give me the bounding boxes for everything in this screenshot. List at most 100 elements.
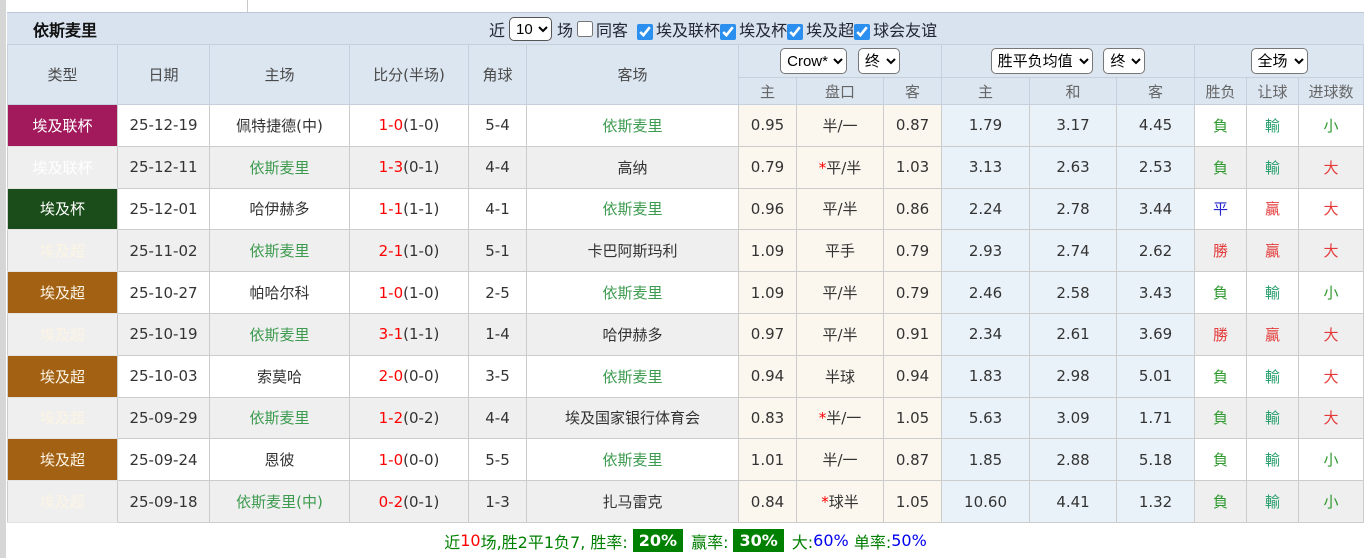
- result-wdl-cell: 負: [1194, 480, 1248, 523]
- away-cell: 卡巴阿斯玛利: [526, 229, 739, 273]
- date-cell: 25-12-11: [117, 145, 210, 189]
- home-cell: 帕哈尔科: [209, 271, 350, 314]
- recent-count-select[interactable]: 10: [509, 17, 553, 41]
- footer-recent-label: 近: [444, 532, 461, 552]
- home-cell: 依斯麦里: [209, 396, 350, 440]
- europe-home-odds-cell: 1.83: [941, 354, 1031, 398]
- home-cell: 依斯麦里: [209, 145, 350, 189]
- league-type-cell: 埃及超: [7, 396, 118, 440]
- league-filter-checkbox-3[interactable]: [854, 23, 871, 40]
- crow-home-odds-cell: 0.84: [738, 480, 797, 523]
- same-away-label[interactable]: 同客: [596, 17, 628, 41]
- crow-away-odds-cell: 1.05: [882, 480, 943, 523]
- corner-cell: 4-1: [468, 187, 527, 231]
- away-cell: 扎马雷克: [526, 480, 739, 523]
- match-table: 类型 日期 主场 比分(半场) 角球 客场 Crow* 终 胜平负均值 终 全场: [7, 44, 1364, 523]
- league-type-cell: 埃及杯: [7, 187, 118, 231]
- bookmaker-time-select[interactable]: 终: [857, 48, 900, 74]
- crow-home-odds-cell: 1.01: [738, 438, 797, 482]
- handicap-value: 半/一: [826, 409, 862, 428]
- europe-home-odds-cell: 1.79: [941, 104, 1031, 147]
- corner-cell: 5-5: [468, 438, 527, 482]
- score-fulltime: 0-2: [378, 492, 404, 511]
- corner-cell: 2-5: [468, 271, 527, 314]
- score-cell: 3-1(1-1): [349, 312, 469, 356]
- crow-home-odds-cell: 0.96: [738, 187, 797, 231]
- league-filter-group: 埃及联杯 埃及杯 埃及超 球会友谊: [637, 17, 937, 41]
- summary-footer: 近 10 场,胜2平1负7, 胜率: 20% 赢率: 30% 大: 60% 单率: 50…: [7, 523, 1364, 559]
- crow-away-odds-cell: 1.05: [882, 396, 943, 440]
- crow-home-odds-cell: 0.95: [738, 104, 797, 147]
- league-type-cell: 埃及联杯: [7, 145, 118, 189]
- home-team: 依斯麦里: [249, 242, 310, 261]
- europe-odds-select[interactable]: 胜平负均值: [990, 48, 1093, 74]
- europe-time-select[interactable]: 终: [1103, 48, 1146, 74]
- score-halftime: (1-0): [403, 116, 440, 135]
- result-handicap-cell: 贏: [1246, 187, 1300, 231]
- home-team: 佩特捷德(中): [236, 116, 323, 135]
- result-goals-cell: 大: [1298, 229, 1364, 273]
- handicap-value: 平/半: [822, 200, 858, 219]
- europe-away-odds-cell: 3.43: [1116, 271, 1196, 314]
- score-halftime: (0-0): [403, 367, 440, 386]
- home-team: 恩彼: [264, 451, 295, 470]
- europe-draw-odds-cell: 3.17: [1029, 104, 1118, 147]
- corner-cell: 4-4: [468, 396, 527, 440]
- home-team: 哈伊赫多: [249, 200, 310, 219]
- away-cell: 依斯麦里: [526, 271, 739, 314]
- col-header-home: 主场: [209, 44, 350, 105]
- score-fulltime: 2-0: [378, 367, 404, 386]
- result-goals-cell: 小: [1298, 104, 1364, 147]
- footer-summary: 场,胜2平1负7, 胜率:: [480, 532, 628, 552]
- result-scope-select[interactable]: 全场: [1250, 48, 1308, 74]
- date-cell: 25-10-03: [117, 354, 210, 398]
- subcol-handicap: 盘口: [796, 77, 884, 105]
- league-filter-checkbox-0[interactable]: [637, 23, 654, 40]
- europe-draw-odds-cell: 2.98: [1029, 354, 1118, 398]
- europe-home-odds-cell: 2.34: [941, 312, 1031, 356]
- away-cell: 依斯麦里: [526, 187, 739, 231]
- europe-away-odds-cell: 1.32: [1116, 480, 1196, 523]
- europe-away-odds-cell: 5.01: [1116, 354, 1196, 398]
- away-cell: 埃及国家银行体育会: [526, 396, 739, 440]
- crow-home-odds-cell: 0.83: [738, 396, 797, 440]
- result-goals-cell: 大: [1298, 312, 1364, 356]
- result-handicap-cell: 贏: [1246, 229, 1300, 273]
- europe-draw-odds-cell: 2.74: [1029, 229, 1118, 273]
- home-team: 依斯麦里: [249, 158, 310, 177]
- result-handicap-cell: 輸: [1246, 271, 1300, 314]
- league-filter-label-3[interactable]: 球会友谊: [873, 21, 937, 40]
- handicap-value: 半/一: [822, 116, 858, 135]
- league-type-cell: 埃及联杯: [7, 104, 118, 147]
- league-filter-checkbox-1[interactable]: [720, 23, 737, 40]
- score-fulltime: 1-0: [378, 116, 404, 135]
- date-cell: 25-10-27: [117, 271, 210, 314]
- score-fulltime: 3-1: [378, 325, 404, 344]
- match-history-panel: 依斯麦里 近 10 场 同客 埃及联杯 埃及杯 埃及超 球会友谊 类型 日期 主场 比…: [7, 0, 1364, 559]
- date-cell: 25-09-24: [117, 438, 210, 482]
- league-filter-label-0[interactable]: 埃及联杯: [656, 21, 720, 40]
- match-row: 埃及超 25-10-19 依斯麦里 3-1(1-1) 1-4 哈伊赫多 0.97 平/半 0.9…: [7, 312, 1364, 356]
- bookmaker-select[interactable]: Crow*: [780, 48, 848, 74]
- league-filter-label-1[interactable]: 埃及杯: [739, 21, 787, 40]
- result-goals-cell: 小: [1298, 438, 1364, 482]
- footer-recent-count: 10: [460, 531, 481, 551]
- score-halftime: (0-2): [403, 408, 440, 427]
- europe-home-odds-cell: 1.85: [941, 438, 1031, 482]
- date-cell: 25-11-02: [117, 229, 210, 273]
- score-cell: 2-1(1-0): [349, 229, 469, 273]
- result-wdl-cell: 負: [1194, 354, 1248, 398]
- result-handicap-cell: 贏: [1246, 312, 1300, 356]
- europe-draw-odds-cell: 2.58: [1029, 271, 1118, 314]
- same-away-checkbox[interactable]: [577, 21, 594, 37]
- league-filter-label-2[interactable]: 埃及超: [806, 21, 854, 40]
- home-cell: 索莫哈: [209, 354, 350, 398]
- europe-away-odds-cell: 2.62: [1116, 229, 1196, 273]
- league-filter-checkbox-2[interactable]: [787, 23, 804, 40]
- score-fulltime: 1-2: [378, 408, 404, 427]
- score-halftime: (1-1): [403, 325, 440, 344]
- result-handicap-cell: 輸: [1246, 396, 1300, 440]
- handicap-star: *: [821, 493, 829, 512]
- subcol-result-goals: 进球数: [1298, 77, 1364, 105]
- subcol-result-wdl: 胜负: [1194, 77, 1248, 105]
